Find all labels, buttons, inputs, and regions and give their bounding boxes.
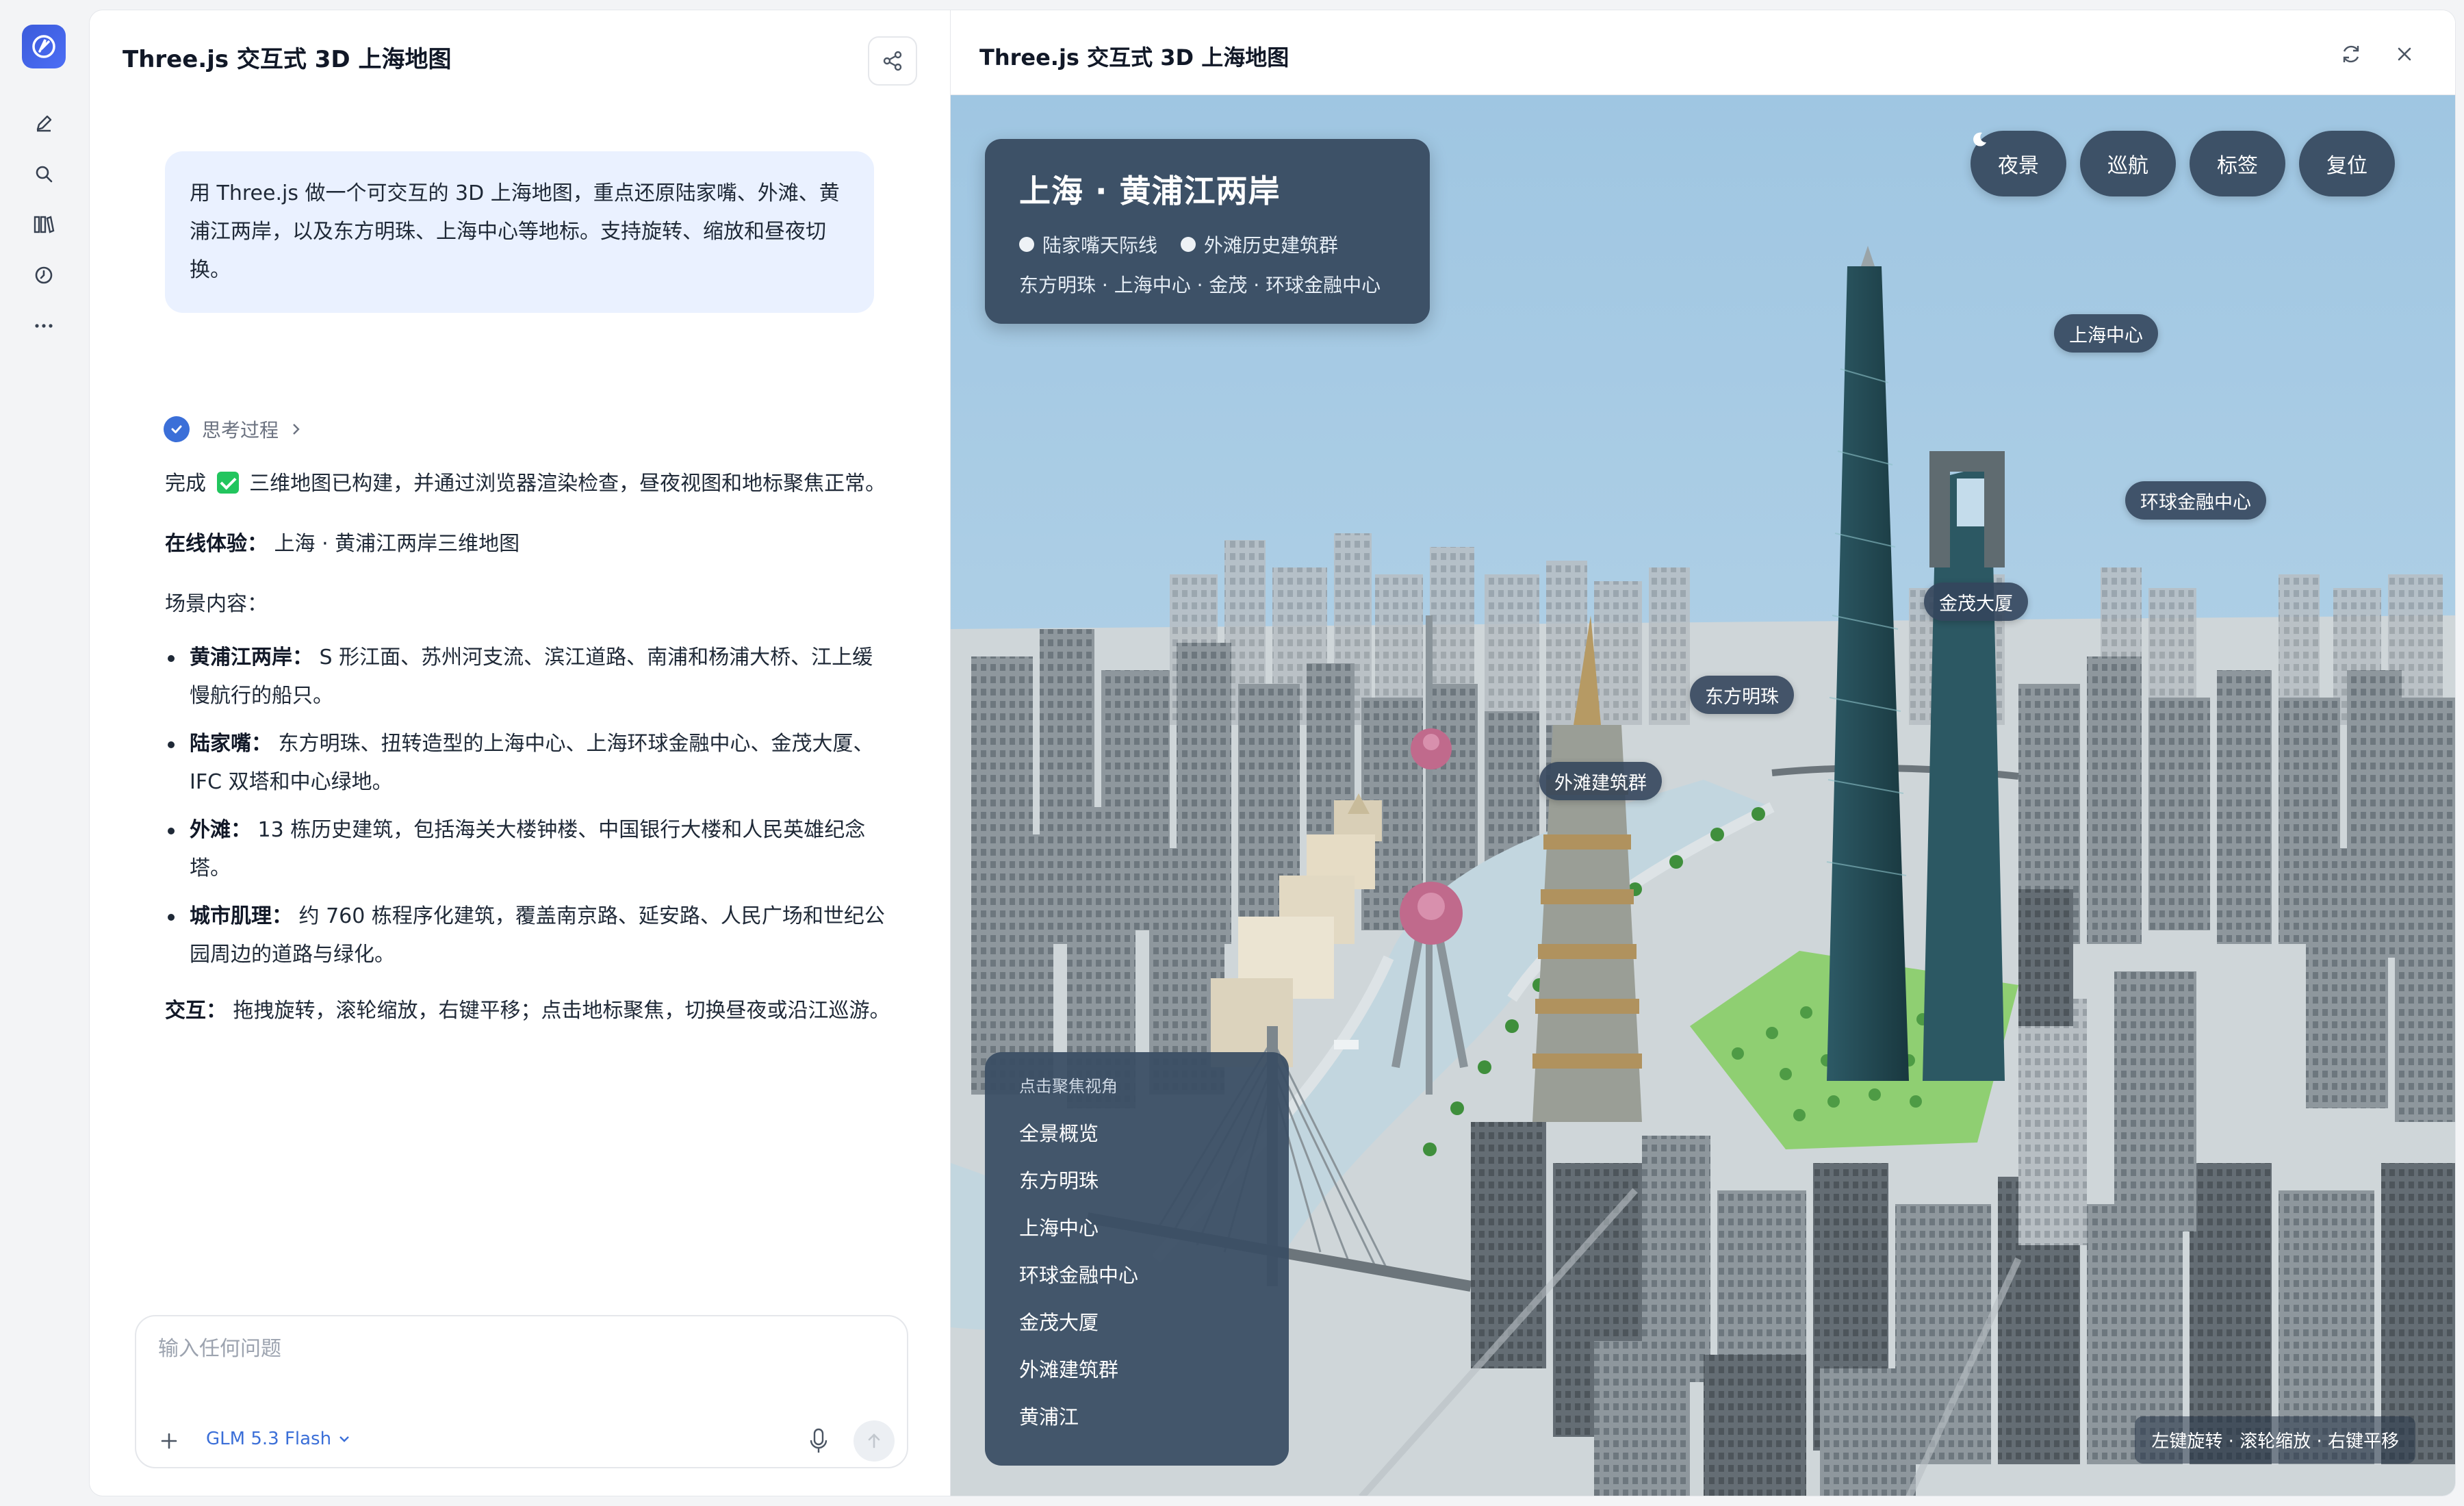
answer-interaction: 交互： 拖拽旋转，滚轮缩放，右键平移；点击地标聚焦，切换昼夜或沿江巡游。 (165, 999, 890, 1023)
focus-item-jinmao[interactable]: 金茂大厦 (1019, 1306, 1255, 1353)
microphone-icon[interactable] (803, 1423, 834, 1459)
check-icon (164, 416, 190, 442)
list-item: 黄浦江两岸： S 形江面、苏州河支流、滨江道路、南浦和杨浦大桥、江上缓慢航行的船… (165, 639, 890, 715)
left-rail (0, 0, 89, 1506)
chevron-right-icon (293, 424, 300, 435)
cruise-button[interactable]: 巡航 (2080, 131, 2176, 196)
more-icon[interactable] (27, 309, 60, 342)
close-icon[interactable] (2389, 39, 2420, 69)
preview-header: Three.js 交互式 3D 上海地图 (951, 10, 2455, 95)
legend-dot (1019, 237, 1034, 252)
info-card: 上海 · 黄浦江两岸 陆家嘴天际线 外滩历史建筑群 东方明珠 · 上海中心 · … (985, 139, 1430, 324)
answer-scene-heading: 场景内容： (165, 592, 268, 616)
app-logo-icon[interactable] (22, 25, 66, 68)
info-subtitle: 东方明珠 · 上海中心 · 金茂 · 环球金融中心 (1019, 274, 1381, 296)
legend-item: 外滩历史建筑群 (1181, 231, 1338, 258)
send-button[interactable] (854, 1420, 895, 1462)
map-3d-scene[interactable]: 上海 · 黄浦江两岸 陆家嘴天际线 外滩历史建筑群 东方明珠 · 上海中心 · … (951, 95, 2455, 1496)
focus-heading: 点击聚焦视角 (1019, 1077, 1118, 1096)
library-icon[interactable] (27, 208, 60, 241)
model-name: GLM 5.3 Flash (206, 1429, 332, 1449)
info-legend: 陆家嘴天际线 外滩历史建筑群 (1019, 231, 1396, 258)
reset-button[interactable]: 复位 (2299, 131, 2395, 196)
user-message: 用 Three.js 做一个可交互的 3D 上海地图，重点还原陆家嘴、外滩、黄浦… (165, 151, 874, 313)
online-link[interactable]: 上海 · 黄浦江两岸三维地图 (274, 532, 520, 556)
scene-list: 黄浦江两岸： S 形江面、苏州河支流、滨江道路、南浦和杨浦大桥、江上缓慢航行的船… (165, 639, 890, 974)
message-input[interactable] (158, 1337, 884, 1361)
chat-title: Three.js 交互式 3D 上海地图 (123, 46, 452, 73)
thinking-toggle[interactable]: 思考过程 (164, 416, 302, 443)
label-bund[interactable]: 外滩建筑群 (1539, 762, 1662, 800)
label-oriental-pearl[interactable]: 东方明珠 (1690, 676, 1794, 714)
legend-item: 陆家嘴天际线 (1019, 231, 1157, 258)
answer-online: 在线体验： 上海 · 黄浦江两岸三维地图 (165, 532, 520, 556)
answer-done: 完成 三维地图已构建，并通过浏览器渲染检查，昼夜视图和地标聚焦正常。 (165, 472, 886, 496)
model-selector[interactable]: GLM 5.3 Flash (206, 1429, 350, 1449)
green-check-icon (216, 472, 239, 494)
preview-panel: Three.js 交互式 3D 上海地图 上海 · 黄浦江两岸 陆家嘴天际线 外… (950, 10, 2456, 1496)
attach-plus-icon[interactable] (154, 1426, 184, 1456)
arrow-up-icon (868, 1433, 880, 1448)
chevron-down-icon (339, 1436, 349, 1442)
label-shanghai-tower[interactable]: 上海中心 (2054, 314, 2158, 353)
focus-item-river[interactable]: 黄浦江 (1019, 1401, 1255, 1448)
list-item: 外滩： 13 栋历史建筑，包括海关大楼钟楼、中国银行大楼和人民英雄纪念塔。 (165, 811, 890, 888)
night-mode-button[interactable]: 夜景 (1971, 131, 2066, 196)
focus-item-shanghai-tower[interactable]: 上海中心 (1019, 1212, 1255, 1259)
list-item: 城市肌理： 约 760 栋程序化建筑，覆盖南京路、延安路、人民广场和世纪公园周边… (165, 897, 890, 974)
thinking-label: 思考过程 (202, 419, 279, 442)
focus-panel: 点击聚焦视角 全景概览 东方明珠 上海中心 环球金融中心 金茂大厦 外滩建筑群 … (985, 1052, 1289, 1466)
controls-hint: 左键旋转 · 滚轮缩放 · 右键平移 (2135, 1416, 2415, 1464)
preview-title: Three.js 交互式 3D 上海地图 (979, 44, 1289, 71)
search-icon[interactable] (27, 157, 60, 190)
refresh-icon[interactable] (2336, 39, 2366, 69)
info-title: 上海 · 黄浦江两岸 (1019, 173, 1281, 209)
moon-icon (1973, 132, 1986, 146)
scene-controls: 夜景 巡航 标签 复位 (1971, 131, 2395, 196)
list-item: 陆家嘴： 东方明珠、扭转造型的上海中心、上海环球金融中心、金茂大厦、IFC 双塔… (165, 725, 890, 802)
composer: GLM 5.3 Flash (135, 1315, 908, 1468)
assistant-answer: 完成 三维地图已构建，并通过浏览器渲染检查，昼夜视图和地标聚焦正常。 在线体验：… (165, 465, 890, 1052)
share-button[interactable] (868, 36, 917, 86)
focus-item-swfc[interactable]: 环球金融中心 (1019, 1259, 1255, 1306)
focus-item-overview[interactable]: 全景概览 (1019, 1117, 1255, 1164)
chat-panel: Three.js 交互式 3D 上海地图 用 Three.js 做一个可交互的 … (89, 10, 950, 1496)
label-swfc[interactable]: 环球金融中心 (2125, 481, 2266, 520)
label-jinmao[interactable]: 金茂大厦 (1924, 583, 2028, 621)
legend-dot (1181, 237, 1196, 252)
history-icon[interactable] (27, 259, 60, 292)
focus-item-pearl[interactable]: 东方明珠 (1019, 1164, 1255, 1212)
labels-button[interactable]: 标签 (2190, 131, 2285, 196)
focus-item-bund[interactable]: 外滩建筑群 (1019, 1353, 1255, 1401)
share-icon (883, 51, 902, 71)
new-chat-icon[interactable] (27, 107, 60, 140)
